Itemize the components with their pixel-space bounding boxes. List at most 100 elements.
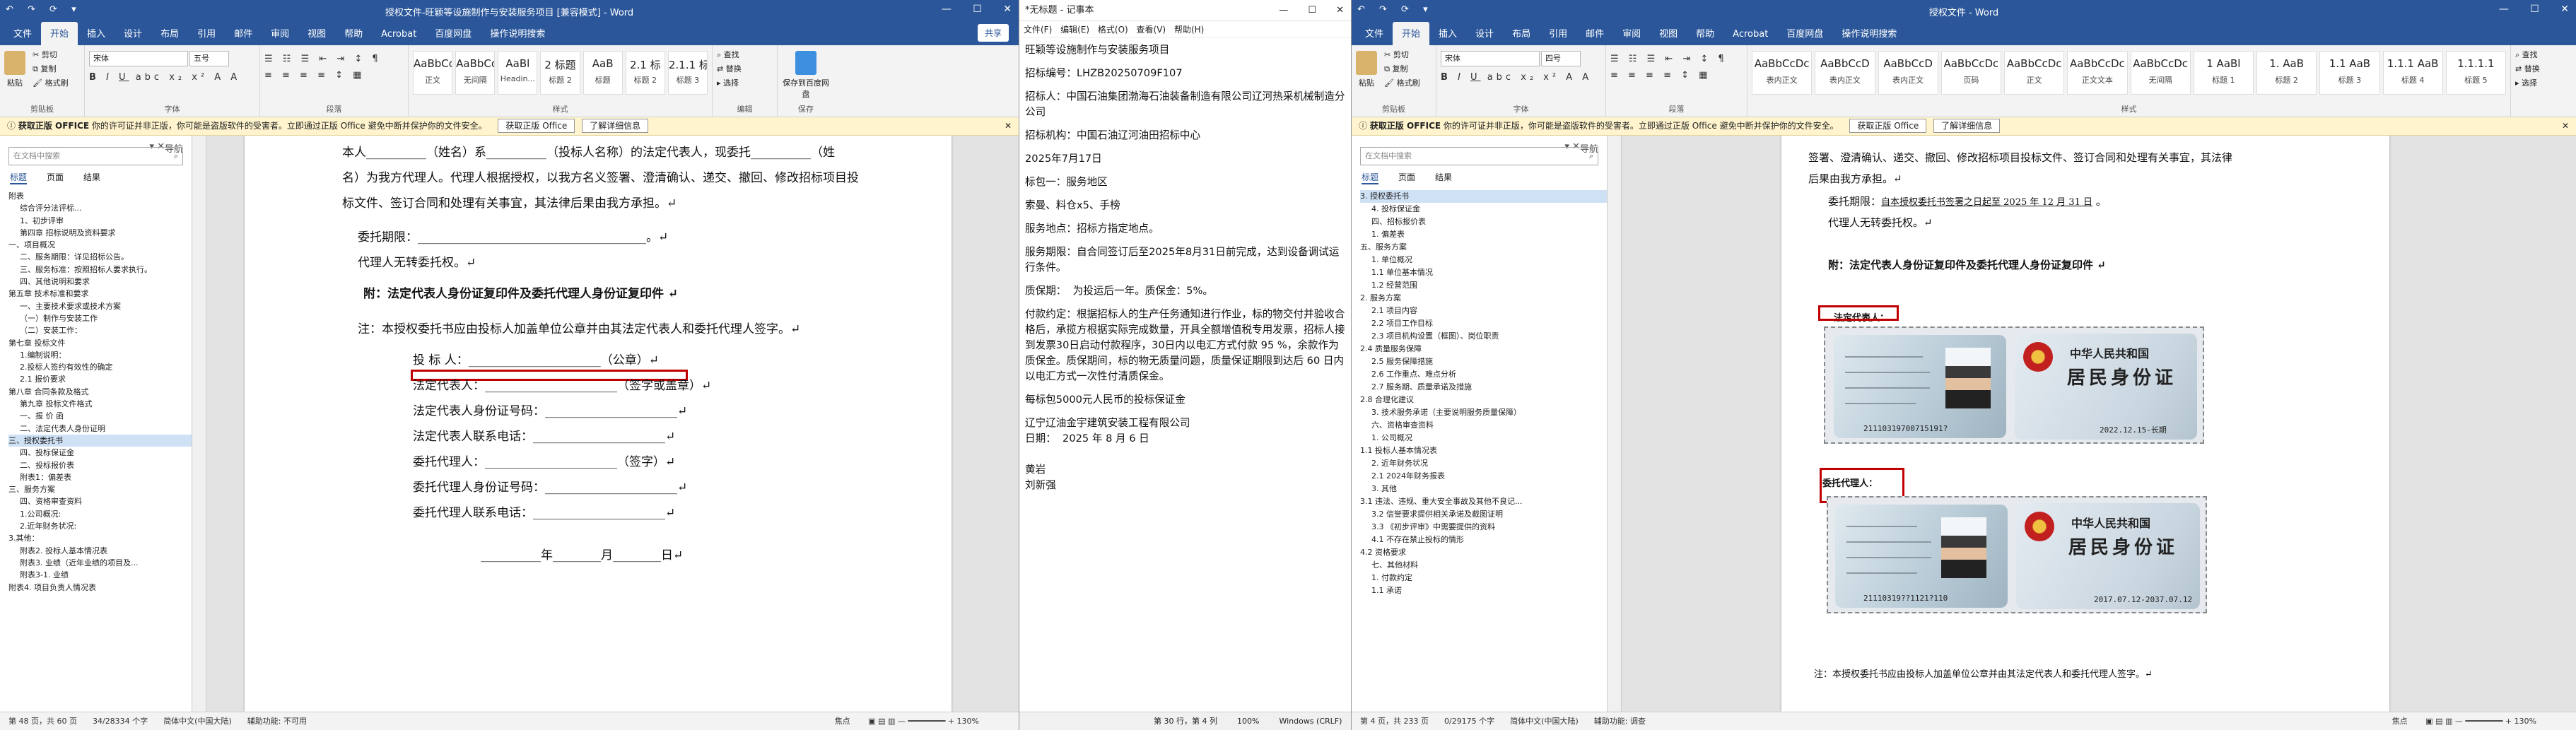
nav-heading-item[interactable]: 附表3. 业绩（近年业绩的项目及...	[8, 557, 192, 569]
style-item[interactable]: 1.1 AaB 标题 3	[2319, 51, 2380, 95]
nav-heading-item[interactable]: 二、法定代表人身份证明	[8, 423, 192, 435]
nav-heading-item[interactable]: 四、资格审查资料	[8, 495, 192, 507]
nav-heading-item[interactable]: 1. 偏差表	[1360, 228, 1607, 241]
nav-heading-item[interactable]: 3.2 信誉要求提供相关承诺及截图证明	[1360, 508, 1607, 521]
nav-heading-item[interactable]: 第八章 合同条款及格式	[8, 386, 192, 398]
nav-heading-item[interactable]: 第四章 招标说明及资料要求	[8, 227, 192, 239]
nav-heading-item[interactable]: 4.1 不存在禁止投标的情形	[1360, 534, 1607, 546]
nav-tab[interactable]: 标题	[1362, 171, 1379, 184]
window-controls[interactable]: — ☐ ✕	[2499, 4, 2569, 15]
close-icon[interactable]: ✕	[1005, 117, 1012, 135]
font-size-select[interactable]: 五号	[189, 51, 229, 66]
align-buttons[interactable]: ≡ ≡ ≡ ≡ ↕ ▦	[264, 70, 404, 81]
document-page[interactable]: 签署、澄清确认、递交、撤回、修改招标项目投标文件、签订合同和处理有关事宜，其法律…	[1781, 136, 2389, 712]
focus-mode[interactable]: 焦点	[835, 717, 850, 726]
menu-item[interactable]: 文件(F)	[1024, 25, 1052, 35]
nav-heading-item[interactable]: 二、服务期限：详见招标公告。	[8, 251, 192, 263]
nav-heading-item[interactable]: 1.1 投标人基本情况表	[1360, 445, 1607, 457]
tab-7[interactable]: 审阅	[1613, 22, 1650, 45]
tab-9[interactable]: 帮助	[1687, 22, 1723, 45]
nav-heading-item[interactable]: 3. 技术服务承诺（主要说明服务质量保障）	[1360, 406, 1607, 419]
nav-heading-item[interactable]: 五、服务方案	[1360, 241, 1607, 254]
nav-heading-item[interactable]: 三、服务方案	[8, 483, 192, 495]
status-item[interactable]: 第 4 页，共 233 页	[1360, 717, 1429, 726]
nav-tab[interactable]: 结果	[1435, 171, 1452, 184]
nav-heading-item[interactable]: 1.2 经营范围	[1360, 279, 1607, 292]
tab-4[interactable]: 布局	[1503, 22, 1540, 45]
focus-mode[interactable]: 焦点	[2392, 717, 2408, 726]
tab-3[interactable]: 设计	[115, 22, 151, 45]
paste-button[interactable]: 粘贴	[4, 51, 25, 88]
nav-heading-item[interactable]: 四、招标报价表	[1360, 216, 1607, 228]
cut-button[interactable]: ✂ 剪切	[33, 48, 68, 62]
nav-heading-item[interactable]: 2.1 项目内容	[1360, 305, 1607, 317]
nav-heading-item[interactable]: 二、投标报价表	[8, 459, 192, 471]
tab-4[interactable]: 布局	[151, 22, 188, 45]
nav-heading-item[interactable]: 第九章 投标文件格式	[8, 398, 192, 410]
nav-tab[interactable]: 页面	[47, 171, 64, 184]
get-office-button[interactable]: 获取正版 Office	[1849, 119, 1927, 133]
font-format-buttons[interactable]: B I U abc x₂ x² A A	[1441, 72, 1601, 83]
style-item[interactable]: 2.1.1 标标题 3	[667, 51, 708, 95]
nav-heading-item[interactable]: 第七章 投标文件	[8, 337, 192, 349]
nav-heading-item[interactable]: 1.公司概况:	[8, 508, 192, 520]
tab-10[interactable]: Acrobat	[1723, 25, 1777, 45]
nav-heading-item[interactable]: 2.2 项目工作目标	[1360, 317, 1607, 330]
nav-tab[interactable]: 页面	[1398, 171, 1415, 184]
menu-item[interactable]: 编辑(E)	[1060, 25, 1089, 35]
document-area[interactable]: 签署、澄清确认、递交、撤回、修改招标项目投标文件、签订合同和处理有关事宜，其法律…	[1608, 136, 2576, 712]
nav-search-input[interactable]: 在文档中搜索 ⌕	[1360, 147, 1598, 165]
tab-11[interactable]: 百度网盘	[426, 22, 481, 45]
nav-heading-item[interactable]: 四、投标保证金	[8, 447, 192, 459]
style-item[interactable]: 1 AaBl 标题 1	[2193, 51, 2254, 95]
nav-heading-item[interactable]: 附表2. 投标人基本情况表	[8, 545, 192, 557]
nav-heading-item[interactable]: 3. 其他	[1360, 483, 1607, 495]
tab-1[interactable]: 开始	[1393, 22, 1430, 45]
tab-5[interactable]: 引用	[1540, 22, 1576, 45]
tab-1[interactable]: 开始	[41, 22, 78, 45]
nav-heading-item[interactable]: 2.1 报价要求	[8, 373, 192, 385]
tab-0[interactable]: 文件	[4, 22, 41, 45]
font-name-select[interactable]: 宋体	[1441, 51, 1540, 66]
style-item[interactable]: 1. AaB 标题 2	[2256, 51, 2317, 95]
nav-heading-item[interactable]: 附表1：偏差表	[8, 471, 192, 483]
nav-heading-item[interactable]: 一、项目概况	[8, 239, 192, 251]
style-item[interactable]: AaBbCcDc 正文	[2004, 51, 2065, 95]
style-item[interactable]: 2 标题 标题 2	[540, 51, 580, 95]
tab-2[interactable]: 插入	[78, 22, 115, 45]
tab-11[interactable]: 百度网盘	[1777, 22, 1832, 45]
nav-tab[interactable]: 结果	[83, 171, 100, 184]
status-item[interactable]: 第 48 页，共 60 页	[8, 717, 77, 726]
tab-6[interactable]: 邮件	[225, 22, 262, 45]
nav-heading-item[interactable]: 附表4. 项目负责人情况表	[8, 582, 192, 594]
find-button[interactable]: ⌕ 查找	[2515, 48, 2572, 62]
learn-more-button[interactable]: 了解详细信息	[1933, 119, 2001, 133]
window-controls[interactable]: — ☐ ✕	[1279, 0, 1344, 21]
nav-heading-item[interactable]: 1.1 单位基本情况	[1360, 266, 1607, 279]
tab-3[interactable]: 设计	[1466, 22, 1503, 45]
nav-heading-item[interactable]: 附表3-1. 业绩	[8, 569, 192, 581]
nav-heading-item[interactable]: 2.8 合理化建议	[1360, 394, 1607, 406]
nav-heading-item[interactable]: 四、其他说明和要求	[8, 276, 192, 288]
style-item[interactable]: 1.1.1 AaB 标题 4	[2382, 51, 2443, 95]
nav-heading-item[interactable]: 2.5 服务保障措施	[1360, 355, 1607, 368]
tab-10[interactable]: Acrobat	[372, 25, 426, 45]
replace-button[interactable]: ⇄ 替换	[2515, 62, 2572, 76]
nav-heading-item[interactable]: 2.4 质量服务保障	[1360, 343, 1607, 355]
window-controls[interactable]: — ☐ ✕	[942, 4, 1012, 15]
format-painter-button[interactable]: 🖌 格式刷	[1384, 76, 1419, 90]
cut-button[interactable]: ✂ 剪切	[1384, 48, 1419, 62]
nav-heading-item[interactable]: 2.1 2024年财务报表	[1360, 470, 1607, 483]
style-item[interactable]: AaB 标题	[582, 51, 623, 95]
align-buttons[interactable]: ≡ ≡ ≡ ≡ ↕ ▦	[1610, 70, 1743, 81]
nav-heading-item[interactable]: （二）安装工作：	[8, 324, 192, 336]
nav-heading-item[interactable]: 3. 授权委托书	[1360, 190, 1607, 203]
learn-more-button[interactable]: 了解详细信息	[582, 119, 649, 133]
nav-heading-item[interactable]: （一）制作与安装工作	[8, 312, 192, 324]
style-item[interactable]: AaBbCcDc 表内正文	[1752, 51, 1813, 95]
tab-5[interactable]: 引用	[188, 22, 225, 45]
style-item[interactable]: 1.1.1.1 标题 5	[2445, 51, 2506, 95]
menu-item[interactable]: 帮助(H)	[1174, 25, 1204, 35]
tab-9[interactable]: 帮助	[335, 22, 372, 45]
search-icon[interactable]: ⌕	[1589, 148, 1593, 165]
